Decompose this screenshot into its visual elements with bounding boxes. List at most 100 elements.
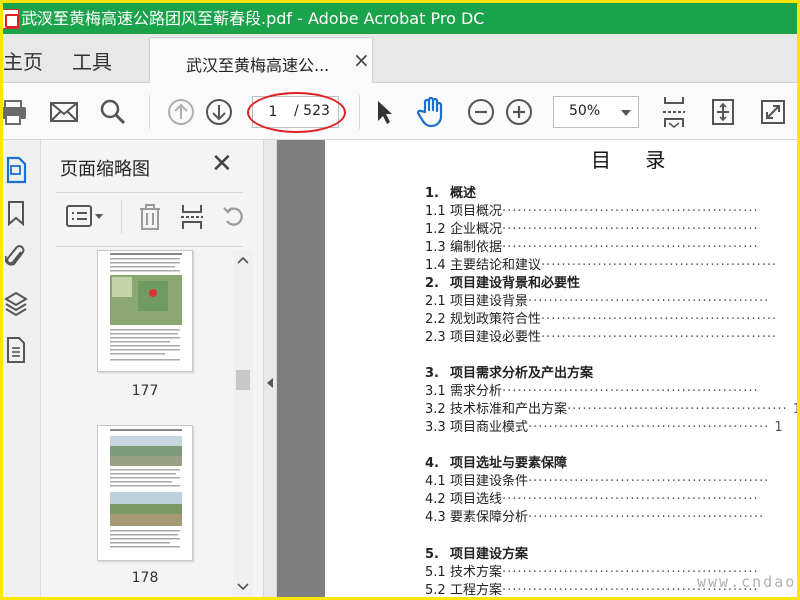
toc-entry-number: 2. [425,276,439,291]
close-icon[interactable]: ✕ [211,151,233,177]
document-view[interactable]: 目 录 1. 概述 1.1 项目概况·························… [277,140,797,597]
document-page: 目 录 1. 概述 1.1 项目概况·························… [325,140,797,597]
toc-entry-text: 项目建设必要性 [450,330,542,345]
toc-leader-dots: ········································… [528,420,784,435]
toc-entry-number: 2.3 [425,330,446,345]
toc-leader-dots: ········································… [541,258,778,273]
rotate-view-icon[interactable] [707,95,739,129]
toc-entry-number: 2.1 [425,294,446,309]
collapse-panel-handle[interactable] [263,140,277,597]
previous-page-icon[interactable] [165,97,197,127]
scroll-down-icon[interactable] [237,583,249,591]
toc-leader-dots: ········································… [528,510,765,525]
select-cursor-icon[interactable] [370,97,398,127]
tab-tools[interactable]: 工具 [72,46,112,75]
toc-heading[interactable]: 2. 项目建设背景和必要性 [425,272,797,291]
toc-entry-text: 规划政策符合性 [450,312,542,327]
page-thumbnails-icon[interactable] [5,156,27,188]
thumbnail-options-icon[interactable] [65,203,105,233]
zoom-level-dropdown[interactable]: 50% [553,96,639,128]
toc-leader-dots: ········································… [528,474,770,489]
toc-leader-dots: ········································… [502,240,759,255]
toc-entry-number: 1.4 [425,258,446,273]
page-thumbnail-177[interactable] [97,250,193,372]
toc-entry-text: 主要结论和建议 [450,258,542,273]
rotate-page-icon[interactable] [221,203,247,235]
toc-heading[interactable]: 3. 项目需求分析及产出方案 [425,362,797,381]
toc-entry[interactable]: 1.4 主要结论和建议······························… [425,254,797,273]
toc-entry[interactable]: 1.2 企业概况·································… [425,218,797,237]
toc-entry[interactable]: 3.2 技术标准和产出方案····························… [425,398,797,417]
toc-entry[interactable]: 4.2 项目选线·································… [425,488,797,507]
full-screen-icon[interactable] [757,95,789,129]
toc-entry-number: 1. [425,186,439,201]
tab-close-icon[interactable]: × [353,48,370,72]
bookmark-icon[interactable] [7,200,25,230]
toc-entry-number: 3.3 [425,420,446,435]
tab-bar: 主页 工具 武汉至黄梅高速公... × [3,34,797,83]
toc-entry-text: 技术标准和产出方案 [450,402,568,417]
email-icon[interactable] [47,97,81,127]
toc-heading[interactable]: 4. 项目选址与要素保障 [425,452,797,471]
toc-entry[interactable]: 1.1 项目概况·································… [425,200,797,219]
thumbnail-page-number: 177 [131,383,159,399]
panel-title: 页面缩略图 [60,159,150,180]
toc-entry[interactable]: 2.3 项目建设必要性······························… [425,326,797,345]
attachment-icon[interactable] [4,243,27,275]
toc-title: 目 录 [591,148,680,172]
toc-entry-number: 1.3 [425,240,446,255]
navigation-pane-strip [3,140,41,597]
search-icon[interactable] [97,97,129,127]
toc-leader-dots: ········································… [541,330,778,345]
fit-page-icon[interactable] [658,95,690,129]
toc-entry-number: 2.2 [425,312,446,327]
main-toolbar: / 523 50% [3,83,797,140]
toc-entry-text: 要素保障分析 [450,510,529,525]
toc-entry-number: 1.1 [425,204,446,219]
toc-heading[interactable]: 1. 概述 [425,182,797,201]
zoom-out-icon[interactable] [465,97,497,127]
toc-entry[interactable]: 2.2 规划政策符合性······························… [425,308,797,327]
toc-entry[interactable]: 2.1 项目建设背景·······························… [425,290,797,309]
print-icon[interactable] [3,97,29,127]
toc-entry-number: 4.1 [425,474,446,489]
acrobat-app-icon [3,9,19,29]
panel-divider [56,192,243,193]
scrollbar-thumb[interactable] [236,370,250,390]
delete-page-icon[interactable] [137,203,163,235]
content-tags-icon[interactable] [6,336,26,368]
tab-document-label: 武汉至黄梅高速公... [186,56,330,75]
toc-entry-text: 需求分析 [450,384,503,399]
page-thumbnail-178[interactable] [97,425,193,561]
tab-home[interactable]: 主页 [3,46,43,75]
zoom-in-icon[interactable] [503,97,535,127]
overlay-watermark: 之拼写 [29,11,66,25]
toc-leader-dots: ········································… [567,402,797,417]
chevron-left-icon [267,378,273,388]
toc-entry-number: 3.2 [425,402,446,417]
toolbar-divider [359,95,360,129]
thumbnail-scrollbar[interactable] [233,250,253,597]
toc-entry[interactable]: 3.3 项目商业模式·······························… [425,416,797,435]
toc-entry[interactable]: 1.3 编制依据·································… [425,236,797,255]
hand-tool-icon[interactable] [415,95,449,129]
toc-leader-dots: ········································… [502,222,759,237]
toc-entry[interactable]: 4.3 要素保障分析·······························… [425,506,797,525]
toc-entry-text: 项目建设背景和必要性 [450,276,581,291]
scroll-up-icon[interactable] [237,256,249,264]
next-page-icon[interactable] [203,97,235,127]
layers-icon[interactable] [4,290,28,322]
toc-entry[interactable]: 4.1 项目建设条件·······························… [425,470,797,489]
insert-page-icon[interactable] [179,203,205,235]
thumbnail-page-number: 178 [131,570,159,586]
panel-divider [56,246,243,247]
toc-entry-text: 项目建设背景 [450,294,529,309]
toc-leader-dots: ········································… [502,384,759,399]
site-watermark: www.cndao.com [697,573,797,591]
tab-document[interactable]: 武汉至黄梅高速公... × [149,37,373,83]
toc-entry[interactable]: 3.1 需求分析·································… [425,380,797,399]
toc-heading[interactable]: 5. 项目建设方案 [425,543,797,562]
toc-entry-text: 企业概况 [450,222,503,237]
toc-entry-number: 5. [425,547,439,562]
toc-entry-text: 项目需求分析及产出方案 [450,366,594,381]
